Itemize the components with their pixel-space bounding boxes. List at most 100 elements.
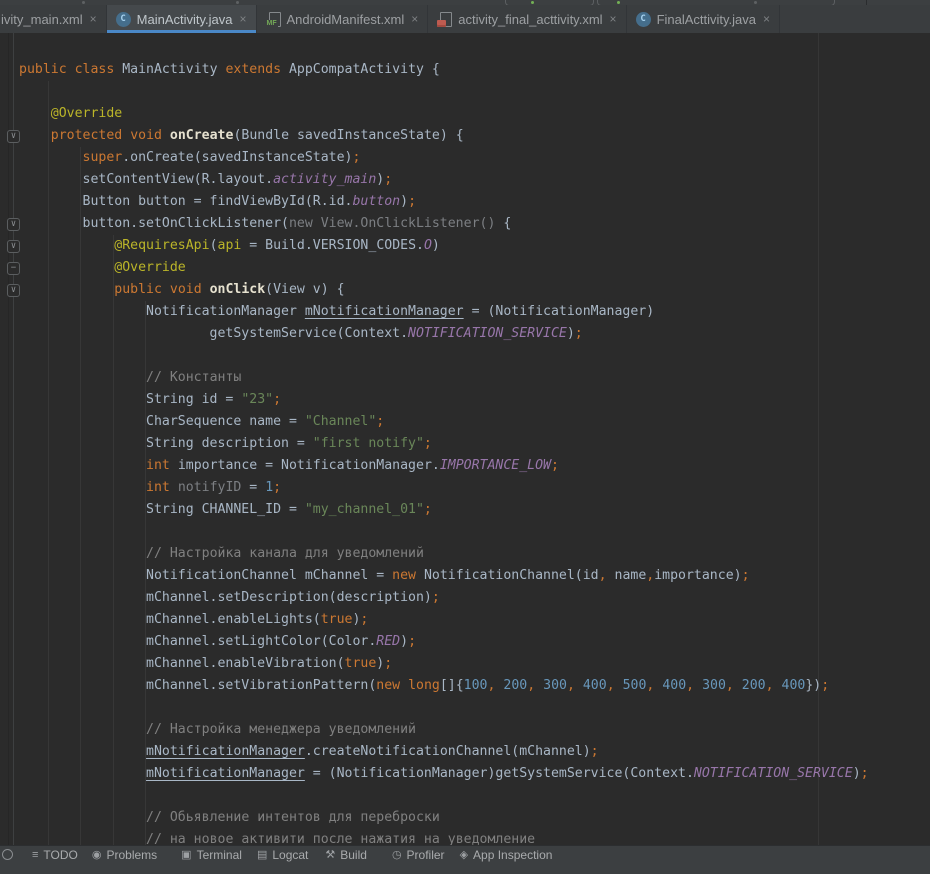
code-token: String CHANNEL_ID = [19,502,305,517]
statusbar-item-build[interactable]: ⚒Build [325,848,367,862]
code-token: getSystemService(Context. [19,326,408,341]
tab-activity-final-acttivity-xml[interactable]: activity_final_acttivity.xml× [428,5,626,33]
statusbar-item-profiler[interactable]: ◷Profiler [392,848,445,862]
toolbar-strip [0,0,930,5]
code-token: class [75,62,115,77]
code-token [575,678,583,693]
code-token: ; [408,194,416,209]
code-token [19,722,146,737]
code-token: // на новое активити после нажатия на ув… [146,832,535,845]
code-token [122,128,130,143]
code-token [19,832,146,845]
code-line: mNotificationManager = (NotificationMana… [19,763,869,785]
code-token: 300 [702,678,726,693]
code-line [19,697,869,719]
code-token: importance = NotificationManager. [170,458,440,473]
code-token: public [114,282,162,297]
statusbar-item-problems[interactable]: ◉Problems [92,848,157,862]
code-token: 100 [464,678,488,693]
code-token [67,62,75,77]
fold-chevron-icon[interactable]: ∨ [7,218,20,231]
code-line: mChannel.enableLights(true); [19,609,869,631]
statusbar-item-app-inspection[interactable]: ◈App Inspection [460,848,553,862]
tab-finalacttivity-java[interactable]: CFinalActtivity.java× [627,5,780,33]
code-token: ( [210,238,218,253]
code-token: }) [805,678,821,693]
close-icon[interactable]: × [90,13,97,25]
code-token: ) [400,194,408,209]
code-line: NotificationManager mNotificationManager… [19,301,869,323]
code-token: 400 [662,678,686,693]
device-widget[interactable] [597,0,835,5]
code-token: mChannel.enableLights( [19,612,321,627]
code-token: activity_main [273,172,376,187]
close-icon[interactable]: × [610,13,617,25]
fold-minus-icon[interactable]: − [7,262,20,275]
code-token: mChannel.setLightColor(Color. [19,634,376,649]
code-token [694,678,702,693]
code-line [19,521,869,543]
code-token: ) [432,238,440,253]
code-token: , [686,678,694,693]
code-token [19,744,146,759]
code-token: ; [376,414,384,429]
code-area[interactable]: public class MainActivity extends AppCom… [19,59,869,845]
inspection-icon: ◈ [460,849,468,861]
code-line: Button button = findViewById(R.id.button… [19,191,869,213]
code-token [400,678,408,693]
code-line: mChannel.setDescription(description); [19,587,869,609]
device-status-dot [617,1,620,4]
code-token: 500 [623,678,647,693]
code-token: @Override [51,106,122,121]
code-token: String description = [19,436,313,451]
close-icon[interactable]: × [411,13,418,25]
code-line: int importance = NotificationManager.IMP… [19,455,869,477]
tab-bar: ivity_main.xml×CMainActivity.java×MFAndr… [0,5,930,33]
code-token: []{ [440,678,464,693]
close-icon[interactable]: × [239,13,246,25]
code-token: (View v) { [265,282,344,297]
code-token: ; [360,612,368,627]
code-token: notifyID [178,480,242,495]
code-token: ; [551,458,559,473]
code-token: "my_channel_01" [305,502,424,517]
code-token: ; [384,172,392,187]
code-token: void [170,282,202,297]
code-token: button.setOnClickListener( [19,216,289,231]
tab-mainactivity-java[interactable]: CMainActivity.java× [107,5,257,33]
code-token [19,480,146,495]
statusbar-item-logcat[interactable]: ▤Logcat [257,848,308,862]
statusbar-item-label: Logcat [272,848,308,862]
fold-chevron-icon[interactable]: ∨ [7,240,20,253]
code-line: String id = "23"; [19,389,869,411]
close-icon[interactable]: × [763,13,770,25]
editor[interactable]: public class MainActivity extends AppCom… [0,33,930,845]
code-token: true [345,656,377,671]
code-token: importance) [654,568,741,583]
code-line: // Константы [19,367,869,389]
statusbar-item-todo[interactable]: ≡TODO [32,848,78,862]
tab-androidmanifest-xml[interactable]: MFAndroidManifest.xml× [257,5,429,33]
code-token [19,810,146,825]
code-token: ; [384,656,392,671]
code-token: 300 [543,678,567,693]
code-token [19,260,114,275]
statusbar-item-terminal[interactable]: ▣Terminal [181,848,242,862]
run-config-widget[interactable] [505,0,594,5]
code-token [19,458,146,473]
tool-window-bar: ≡TODO ◉Problems ▣Terminal ▤Logcat ⚒Build ◷Pro… [0,845,930,874]
code-token: long [408,678,440,693]
tab-ivity-main-xml[interactable]: ivity_main.xml× [0,5,107,33]
class-icon: C [116,12,131,27]
code-token: O [424,238,432,253]
code-token: api [218,238,242,253]
code-token: protected [51,128,122,143]
code-token: 400 [782,678,806,693]
fold-chevron-icon[interactable]: ∨ [7,284,20,297]
code-token: , [607,678,615,693]
code-token: mNotificationManager [146,766,305,781]
class-icon: C [636,12,651,27]
fold-chevron-icon[interactable]: ∨ [7,130,20,143]
code-token: ; [273,480,281,495]
code-token [19,546,146,561]
